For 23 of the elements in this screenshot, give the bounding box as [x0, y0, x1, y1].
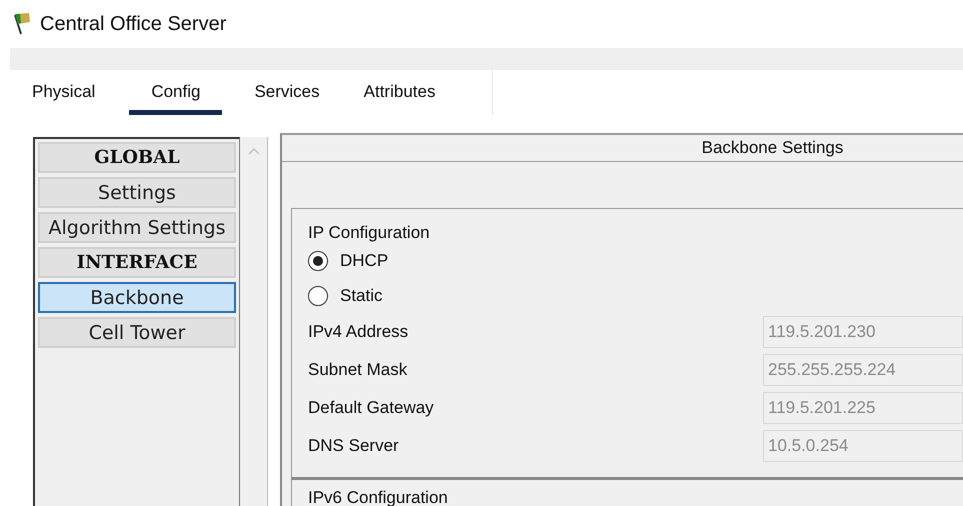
- field-label: IPv4 Address: [308, 322, 410, 342]
- radio-label: Static: [340, 286, 383, 306]
- radio-button[interactable]: [308, 286, 328, 306]
- group-title: IP Configuration: [308, 223, 431, 243]
- radio-button[interactable]: [308, 250, 328, 270]
- scrollbar[interactable]: [240, 137, 268, 506]
- sidebar-item[interactable]: Cell Tower: [38, 317, 236, 348]
- tab[interactable]: Services: [244, 70, 330, 115]
- tab[interactable]: Physical: [22, 70, 106, 115]
- sidebar-item[interactable]: Settings: [38, 177, 236, 208]
- tab[interactable]: Attributes: [354, 70, 446, 115]
- radio-label: DHCP: [340, 250, 388, 270]
- sidebar-item[interactable]: Algorithm Settings: [38, 212, 236, 243]
- sidebar-item[interactable]: INTERFACE: [38, 247, 236, 278]
- sidebar-item[interactable]: Backbone: [38, 282, 236, 313]
- window-title: Central Office Server: [40, 12, 226, 36]
- sidebar-item[interactable]: GLOBAL: [38, 142, 236, 173]
- tab[interactable]: Config: [129, 70, 222, 115]
- field-label: DNS Server: [308, 436, 400, 456]
- field-label: Default Gateway: [308, 398, 435, 418]
- panel-title: Backbone Settings: [702, 138, 844, 158]
- field-label: Subnet Mask: [308, 360, 408, 380]
- app-icon: [12, 12, 32, 36]
